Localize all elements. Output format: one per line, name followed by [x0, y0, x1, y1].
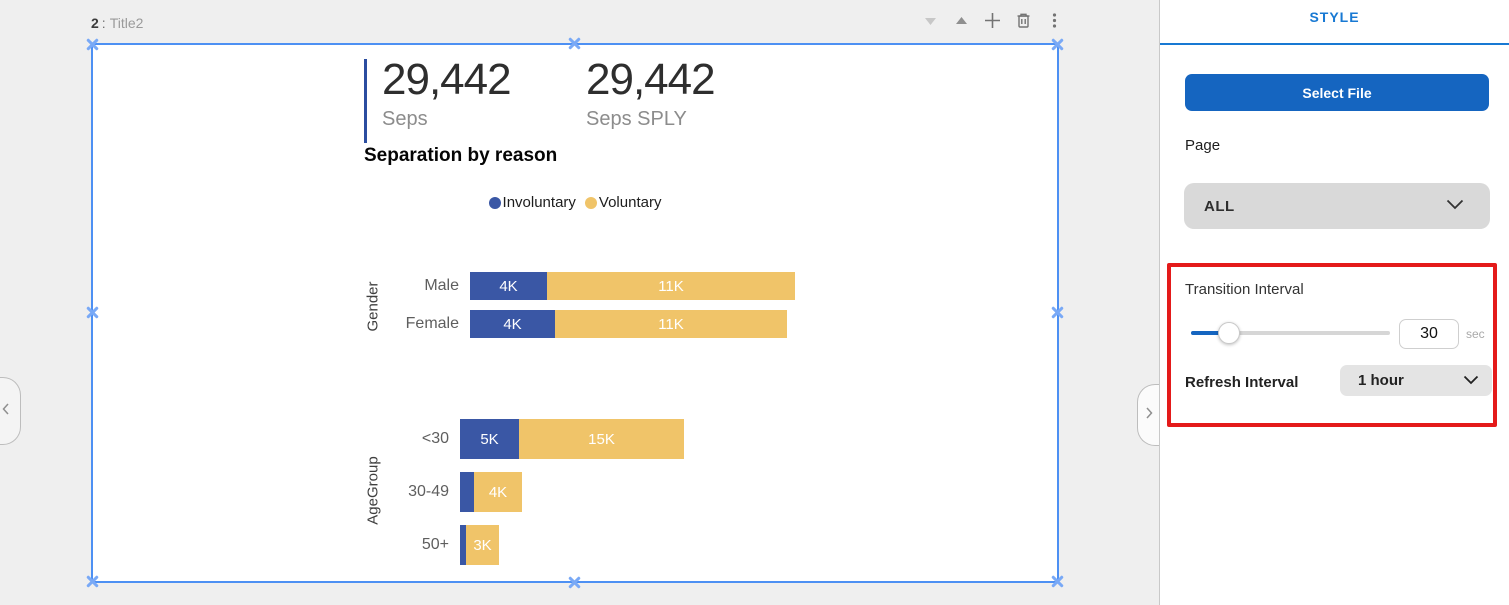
legend-dot-icon — [585, 197, 597, 209]
kpi-label: Seps SPLY — [586, 108, 715, 131]
widget-toolbar — [916, 8, 1068, 36]
kpi-card: 29,442 Seps SPLY — [586, 56, 715, 131]
category-label: 50+ — [93, 525, 460, 565]
chevron-down-icon — [1463, 372, 1479, 390]
bar-segment[interactable] — [460, 472, 474, 512]
legend-label: Involuntary — [503, 194, 576, 211]
category-label: <30 — [93, 419, 460, 459]
kpi-value: 29,442 — [586, 56, 715, 104]
selection-handle[interactable] — [566, 35, 583, 52]
bar-row: Male4K11K — [93, 272, 795, 300]
bar-chart-agegroup: <305K15K30-494K50+3K — [93, 419, 684, 578]
bar-segments: 5K15K — [460, 419, 684, 459]
move-down-button[interactable] — [916, 8, 944, 36]
page-dropdown-value: ALL — [1184, 198, 1235, 215]
style-panel: STYLE Select File Page ALL Transition In… — [1159, 0, 1509, 605]
kebab-menu-icon — [1047, 12, 1062, 32]
kpi-label: Seps — [382, 108, 511, 131]
page-dropdown[interactable]: ALL — [1184, 183, 1490, 229]
chart-legend: Involuntary Voluntary — [93, 194, 1057, 211]
bar-row: 30-49 4K — [93, 472, 684, 512]
bar-row: 50+3K — [93, 525, 684, 565]
right-panel-toggle[interactable] — [1137, 384, 1159, 446]
selection-handle[interactable] — [1049, 36, 1066, 53]
delete-widget-button[interactable] — [1009, 8, 1037, 36]
transition-interval-slider[interactable] — [1191, 322, 1390, 344]
transition-interval-input[interactable] — [1399, 319, 1459, 349]
bar-segment[interactable]: 4K — [470, 310, 555, 338]
tab-style[interactable]: STYLE — [1160, 9, 1509, 25]
bar-row: Female4K11K — [93, 310, 795, 338]
transition-interval-unit: sec — [1466, 327, 1485, 341]
bar-segment[interactable]: 11K — [547, 272, 795, 300]
add-widget-button[interactable] — [978, 8, 1006, 36]
bar-segment[interactable]: 5K — [460, 419, 519, 459]
bar-segment[interactable]: 4K — [474, 472, 522, 512]
refresh-interval-value: 1 hour — [1340, 372, 1404, 389]
legend-item[interactable]: Involuntary — [489, 194, 576, 211]
selection-handle[interactable] — [84, 36, 101, 53]
category-label: Female — [93, 310, 470, 338]
bar-segments: 3K — [460, 525, 499, 565]
left-drawer-toggle[interactable] — [0, 377, 21, 445]
report-canvas[interactable]: 29,442 Seps 29,442 Seps SPLY Separation … — [91, 43, 1059, 583]
more-options-button[interactable] — [1040, 8, 1068, 36]
chart-title: Separation by reason — [364, 145, 557, 167]
bar-segment[interactable]: 11K — [555, 310, 787, 338]
bar-segments: 4K11K — [470, 272, 795, 300]
chevron-down-icon — [1446, 197, 1464, 215]
bar-segment[interactable]: 15K — [519, 419, 684, 459]
widget-title: 2:Title2 — [91, 15, 143, 31]
category-label: 30-49 — [93, 472, 460, 512]
kpi-value: 29,442 — [382, 56, 511, 104]
refresh-interval-dropdown[interactable]: 1 hour — [1340, 365, 1492, 396]
page-label: Page — [1185, 137, 1220, 154]
widget-title-separator: : — [102, 15, 106, 31]
widget-title-text: Title2 — [110, 15, 144, 31]
bar-segment[interactable]: 4K — [470, 272, 547, 300]
move-up-button[interactable] — [947, 8, 975, 36]
widget-index: 2 — [91, 15, 99, 31]
bar-chart-gender: Male4K11KFemale4K11K — [93, 272, 795, 348]
chevron-right-icon — [1144, 406, 1154, 424]
category-label: Male — [93, 272, 470, 300]
bar-segments: 4K — [460, 472, 522, 512]
legend-label: Voluntary — [599, 194, 662, 211]
triangle-up-icon — [954, 13, 969, 31]
legend-dot-icon — [489, 197, 501, 209]
select-file-button[interactable]: Select File — [1185, 74, 1489, 111]
plus-icon — [984, 12, 1001, 32]
bar-segment[interactable]: 3K — [466, 525, 499, 565]
selection-handle[interactable] — [1049, 304, 1066, 321]
bar-row: <305K15K — [93, 419, 684, 459]
slider-thumb[interactable] — [1218, 322, 1240, 344]
kpi-accent-bar — [364, 59, 367, 143]
trash-icon — [1015, 12, 1032, 32]
transition-interval-label: Transition Interval — [1185, 281, 1304, 298]
bar-segments: 4K11K — [470, 310, 787, 338]
refresh-interval-label: Refresh Interval — [1185, 374, 1298, 391]
tab-active-indicator — [1160, 43, 1509, 45]
kpi-card: 29,442 Seps — [382, 56, 511, 131]
legend-item[interactable]: Voluntary — [585, 194, 662, 211]
selection-handle[interactable] — [1049, 573, 1066, 590]
triangle-down-icon — [923, 13, 938, 31]
chevron-left-icon — [1, 402, 11, 420]
